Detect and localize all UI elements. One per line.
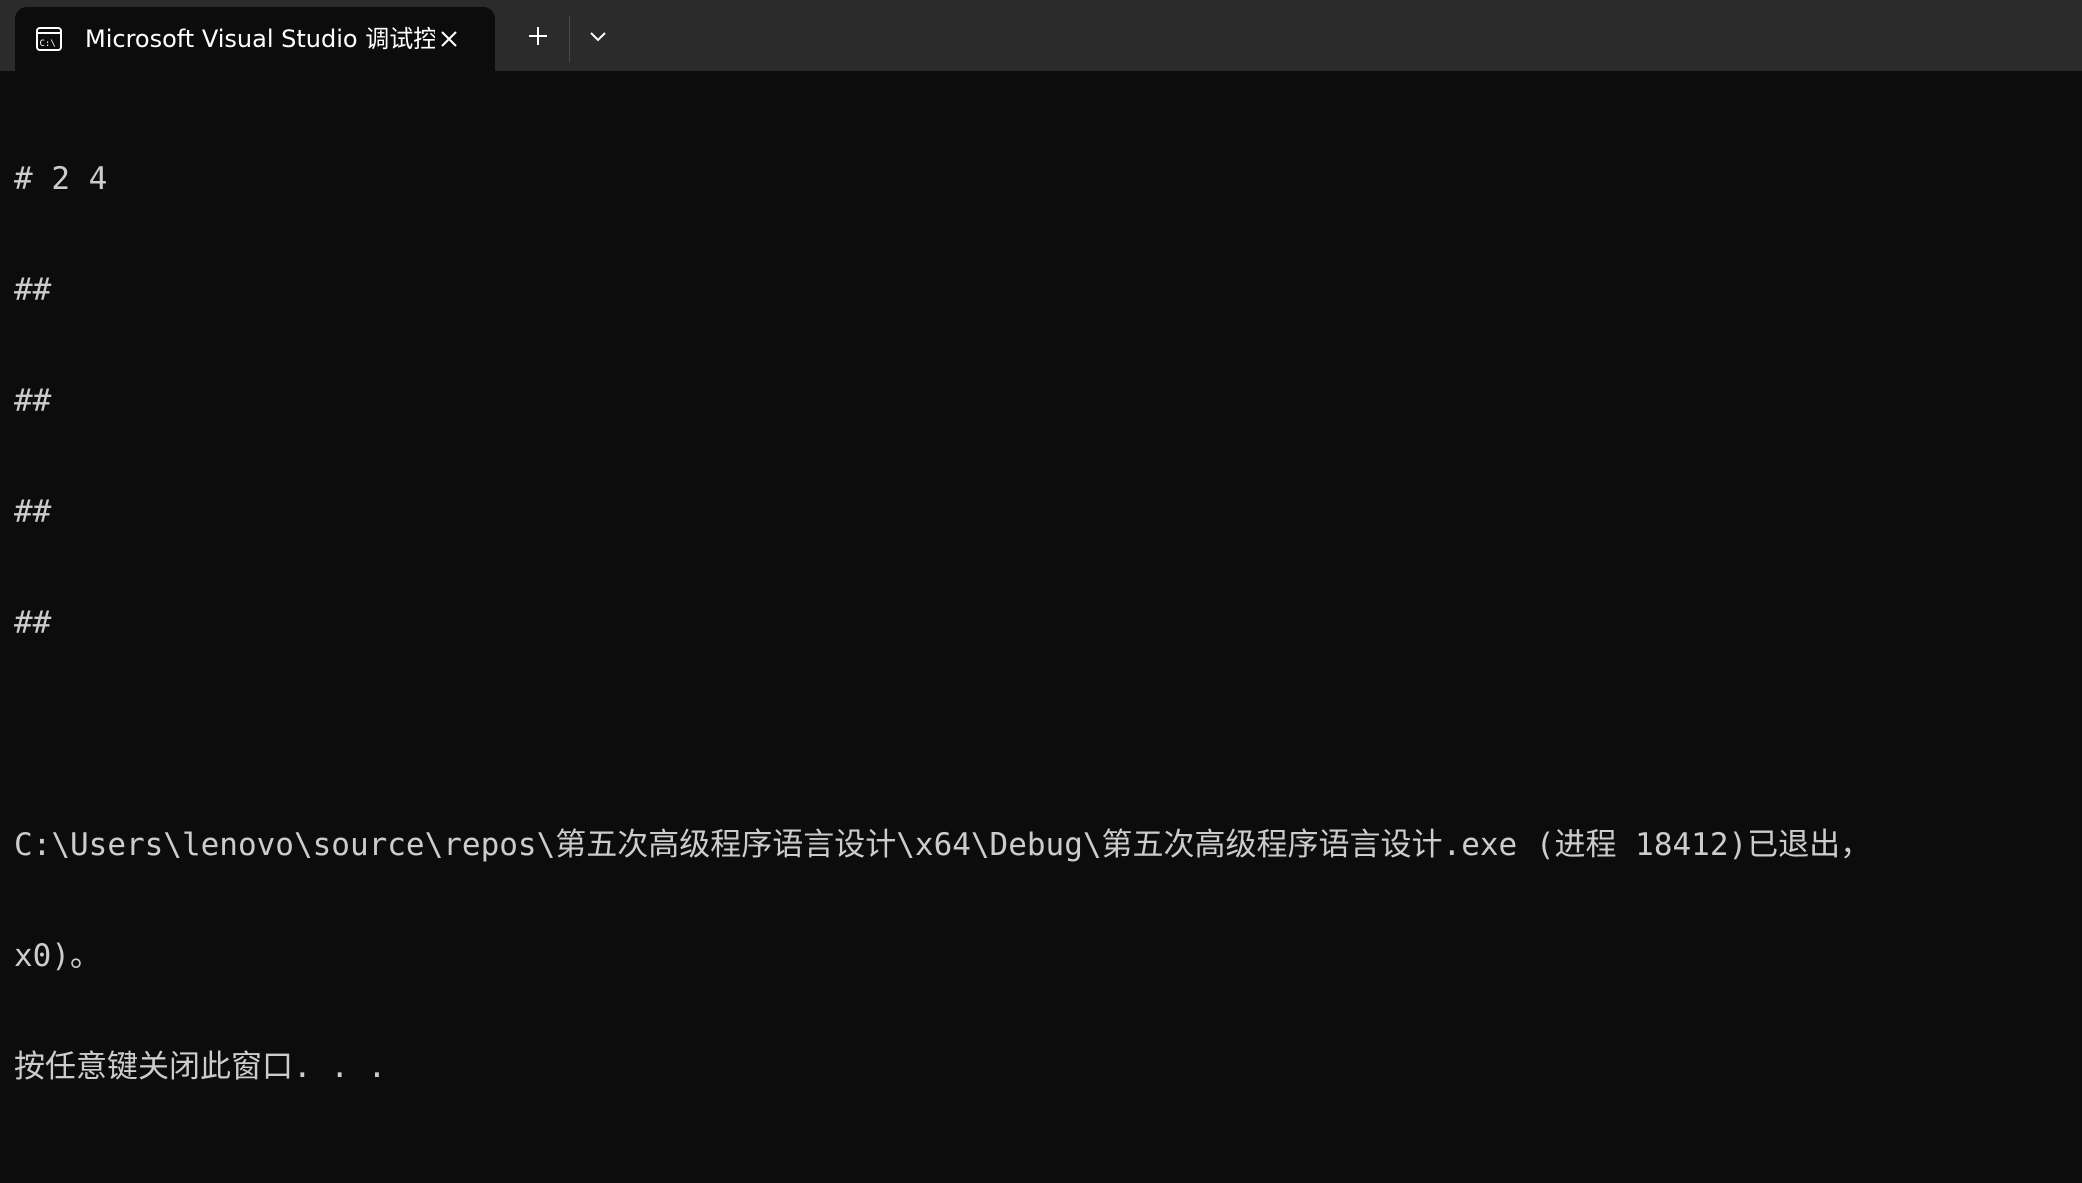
console-line-press-any-key: 按任意键关闭此窗口. . .: [14, 1049, 387, 1085]
svg-text:C:\: C:\: [40, 39, 56, 49]
console-output-area[interactable]: # 2 4 ## ## ## ## C:\Users\lenovo\source…: [0, 71, 2082, 1183]
console-line-exit-path: C:\Users\lenovo\source\repos\第五次高级程序语言设计…: [14, 827, 1872, 863]
console-line: ##: [14, 383, 52, 419]
tab-debug-console[interactable]: C:\ Microsoft Visual Studio 调试控: [15, 7, 495, 71]
console-line: ##: [14, 272, 52, 308]
tab-title: Microsoft Visual Studio 调试控: [85, 25, 435, 53]
console-line-exit-code: x0)。: [14, 938, 101, 974]
tab-divider: [569, 16, 570, 62]
close-icon[interactable]: [435, 25, 463, 53]
plus-icon[interactable]: [518, 16, 558, 56]
console-line: ##: [14, 605, 52, 641]
console-icon: C:\: [36, 27, 62, 51]
console-line: # 2 4: [14, 161, 108, 197]
chevron-down-icon[interactable]: [578, 16, 618, 56]
title-bar: C:\ Microsoft Visual Studio 调试控: [0, 0, 2082, 71]
console-text: # 2 4 ## ## ## ## C:\Users\lenovo\source…: [14, 87, 2074, 1160]
console-line: ##: [14, 494, 52, 530]
